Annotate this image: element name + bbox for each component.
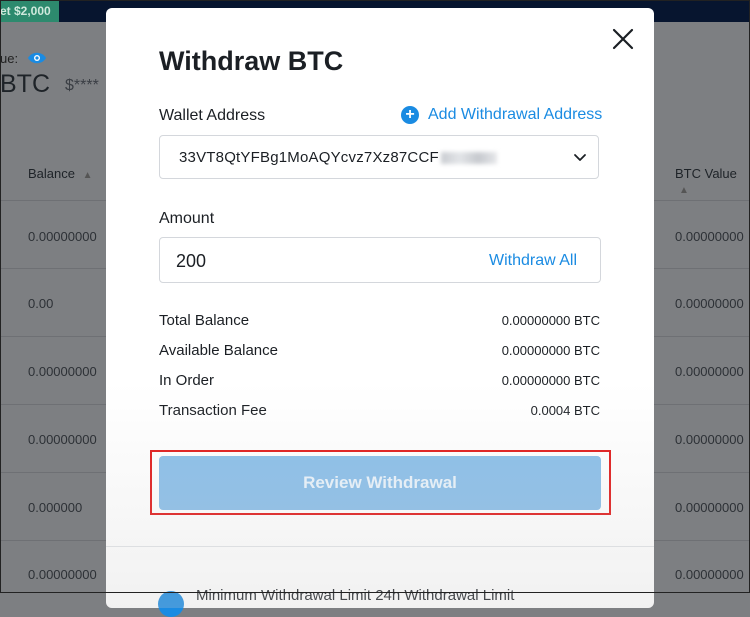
withdraw-all-button[interactable]: Withdraw All	[489, 252, 577, 270]
promo-badge[interactable]: et $2,000	[0, 0, 59, 22]
balance-masked: $****	[65, 77, 99, 94]
amount-input[interactable]: 200 Withdraw All	[159, 237, 601, 283]
summary-value: 0.0004 BTC	[530, 403, 600, 418]
info-icon	[158, 591, 184, 617]
chevron-down-icon	[574, 154, 586, 161]
table-cell: 0.00000000	[675, 500, 744, 515]
table-cell: 0.00000000	[675, 364, 744, 379]
btc-value-column-label: BTC Value	[675, 166, 737, 181]
sort-icon: ▲︎	[679, 185, 689, 196]
balance-currency: BTC	[0, 70, 50, 98]
summary-label: Total Balance	[159, 312, 250, 329]
summary-label: Transaction Fee	[159, 402, 267, 419]
wallet-address-value: 33VT8QtYFBg1MoAQYcvz7Xz87CCF	[179, 149, 439, 166]
table-cell: 0.00000000	[28, 364, 97, 379]
add-withdrawal-address-label: Add Withdrawal Address	[428, 106, 603, 123]
summary-row: In Order 0.00000000 BTC	[159, 372, 600, 389]
plus-circle-icon: +	[401, 106, 419, 124]
table-cell: 0.00000000	[28, 567, 97, 582]
balance-column-label: Balance	[28, 166, 75, 181]
sort-icon: ▲︎	[82, 170, 93, 181]
table-cell: 0.00000000	[675, 296, 744, 311]
redacted-address-part	[440, 152, 497, 165]
table-cell: 0.00	[28, 296, 54, 311]
wallet-address-select[interactable]: 33VT8QtYFBg1MoAQYcvz7Xz87CCF	[159, 135, 599, 179]
withdraw-modal: Withdraw BTC Wallet Address + Add Withdr…	[106, 8, 654, 617]
amount-value: 200	[176, 251, 207, 271]
summary-row: Available Balance 0.00000000 BTC	[159, 342, 600, 359]
summary-value: 0.00000000 BTC	[501, 343, 600, 358]
summary-label: In Order	[159, 372, 215, 389]
table-cell: 0.00000000	[675, 229, 744, 244]
close-icon[interactable]	[612, 28, 634, 50]
highlight-box	[150, 450, 611, 515]
summary-row: Transaction Fee 0.0004 BTC	[159, 402, 600, 419]
table-cell: 0.00000000	[28, 432, 97, 447]
estimated-value-label: ue:	[0, 51, 19, 66]
summary-row: Total Balance 0.00000000 BTC	[159, 312, 600, 329]
table-cell: 0.00000000	[28, 229, 97, 244]
balance-column-header[interactable]: Balance ▲︎	[28, 166, 93, 181]
summary-value: 0.00000000 BTC	[501, 373, 600, 388]
amount-label: Amount	[159, 210, 215, 227]
btc-value-column-header[interactable]: BTC Value ▲︎	[675, 166, 750, 196]
summary-label: Available Balance	[159, 342, 278, 359]
table-cell: 0.00000000	[675, 567, 744, 582]
wallet-address-label: Wallet Address	[159, 107, 266, 124]
eye-icon[interactable]	[27, 51, 47, 68]
add-withdrawal-address-link[interactable]: + Add Withdrawal Address	[401, 106, 602, 124]
withdrawal-limits-text: Minimum Withdrawal Limit 24h Withdrawal …	[196, 587, 515, 604]
modal-title: Withdraw BTC	[159, 46, 344, 76]
table-cell: 0.00000000	[675, 432, 744, 447]
summary-value: 0.00000000 BTC	[501, 313, 600, 328]
divider	[106, 546, 654, 547]
table-cell: 0.000000	[28, 500, 83, 515]
